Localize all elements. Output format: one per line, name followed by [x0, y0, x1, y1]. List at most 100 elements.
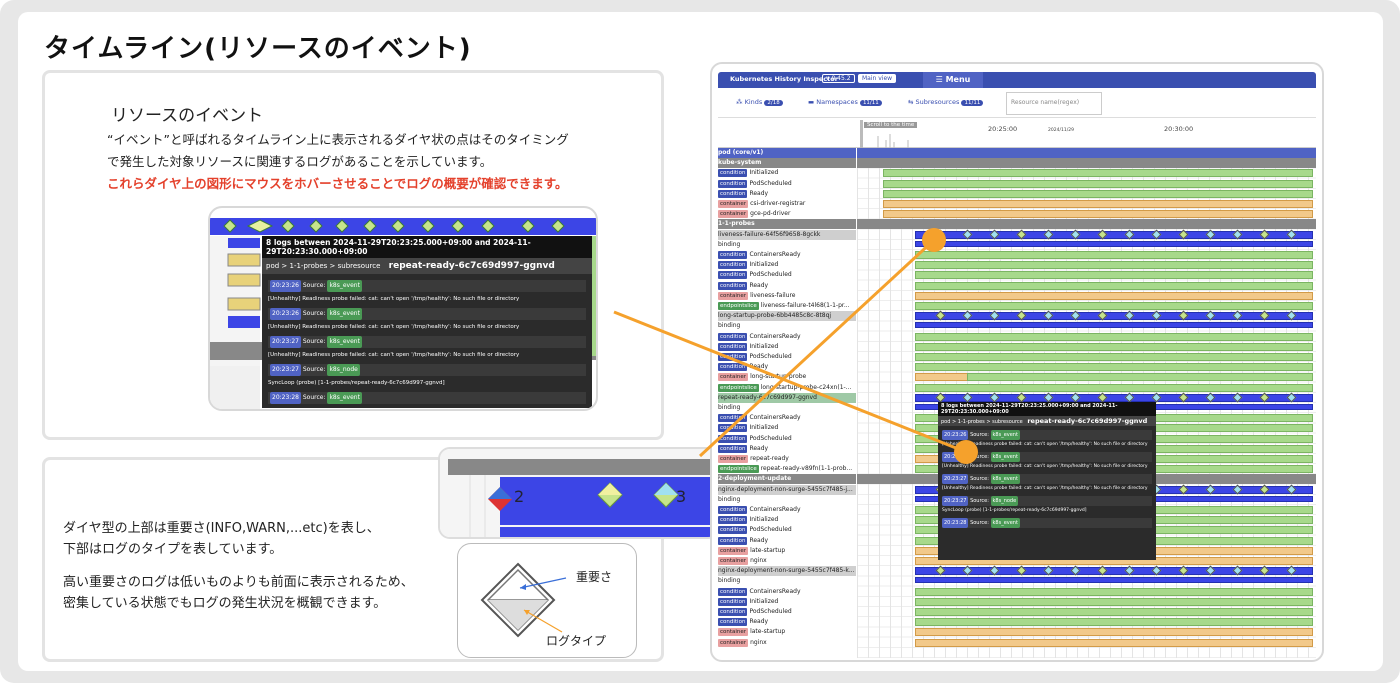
- log-time: 20:23:27: [270, 336, 301, 348]
- resource-row[interactable]: condition PodScheduled: [718, 179, 856, 189]
- resource-row[interactable]: condition PodScheduled: [718, 434, 856, 444]
- resource-row[interactable]: pod (core/v1): [718, 148, 856, 158]
- resource-row[interactable]: nginx-deployment-non-surge-5455c7f485-j.…: [718, 484, 856, 495]
- resource-row[interactable]: 2-deployment-update: [718, 474, 856, 485]
- resource-row[interactable]: condition ContainersReady: [718, 250, 856, 260]
- resource-row[interactable]: liveness-failure-64f56f9658-8gckk: [718, 229, 856, 240]
- resource-type-tag: condition: [718, 506, 748, 514]
- timeline-bar[interactable]: [915, 261, 1313, 270]
- timeline-bar[interactable]: [915, 353, 1313, 361]
- timeline-bar[interactable]: [883, 210, 1313, 219]
- resource-row[interactable]: condition PodScheduled: [718, 270, 856, 280]
- subresources-filter-button[interactable]: ⇆ Subresources 11/11: [908, 98, 984, 106]
- resource-row[interactable]: container late-startup: [718, 546, 856, 556]
- resource-row[interactable]: condition Initialized: [718, 597, 856, 607]
- resource-row[interactable]: 1-1-probes: [718, 219, 856, 230]
- resource-row[interactable]: container nginx: [718, 556, 856, 566]
- timeline-bar[interactable]: [883, 189, 1313, 198]
- resource-row[interactable]: binding: [718, 576, 856, 586]
- timeline-bar[interactable]: [915, 567, 1313, 576]
- resource-row[interactable]: condition ContainersReady: [718, 587, 856, 597]
- resource-row[interactable]: condition PodScheduled: [718, 352, 856, 362]
- timeline-bar[interactable]: [883, 169, 1313, 178]
- resource-row[interactable]: kube-system: [718, 158, 856, 169]
- timeline-bar[interactable]: [915, 577, 1313, 584]
- resource-row[interactable]: condition Initialized: [718, 423, 856, 433]
- resource-row[interactable]: condition PodScheduled: [718, 525, 856, 535]
- kinds-filter-button[interactable]: ⁂ Kinds 2/18: [736, 98, 783, 106]
- timeline-bar[interactable]: [915, 363, 1313, 372]
- timeline-bar[interactable]: [915, 618, 1313, 627]
- resource-row[interactable]: condition Ready: [718, 281, 856, 291]
- resource-row[interactable]: endpointslice repeat-ready-v89fn(1-1-prob…: [718, 464, 856, 474]
- resource-row[interactable]: container csi-driver-registrar: [718, 199, 856, 209]
- resource-name-search[interactable]: Resource name(regex): [1006, 92, 1102, 115]
- timeline-bar[interactable]: [915, 608, 1313, 616]
- timeline-bar[interactable]: [915, 240, 1313, 247]
- timeline-bar[interactable]: [915, 587, 1313, 596]
- resource-row[interactable]: condition Ready: [718, 189, 856, 199]
- resource-row-label: 2-deployment-update: [718, 475, 792, 483]
- log-message: SyncLoop (probe) [1-1-probes/repeat-read…: [268, 380, 445, 386]
- resource-row[interactable]: long-startup-probe-6bb4485c8c-8t8qj: [718, 311, 856, 322]
- resource-row[interactable]: binding: [718, 495, 856, 505]
- resource-row[interactable]: condition Ready: [718, 444, 856, 454]
- resource-row[interactable]: condition Ready: [718, 536, 856, 546]
- namespaces-filter-button[interactable]: ▬ Namespaces 11/11: [808, 98, 882, 106]
- resource-row-label: ContainersReady: [749, 587, 801, 595]
- resource-row-label: Initialized: [749, 261, 779, 269]
- resource-row-label: ContainersReady: [749, 506, 801, 513]
- resource-row[interactable]: condition ContainersReady: [718, 332, 856, 342]
- timeline-bar[interactable]: [915, 230, 1313, 239]
- resource-row[interactable]: binding: [718, 321, 856, 331]
- resource-row[interactable]: condition Ready: [718, 362, 856, 372]
- timeline-bar[interactable]: [967, 373, 1313, 382]
- resource-row[interactable]: binding: [718, 403, 856, 413]
- resource-row[interactable]: condition PodScheduled: [718, 607, 856, 617]
- resource-type-tag: condition: [718, 618, 748, 627]
- resource-row[interactable]: container gce-pd-driver: [718, 209, 856, 219]
- timeline-bar[interactable]: [915, 597, 1313, 606]
- resource-row[interactable]: container long-startup-probe: [718, 372, 856, 382]
- timeline-bar[interactable]: [915, 322, 1313, 329]
- timeline-bar[interactable]: [915, 638, 1313, 647]
- timeline-bar[interactable]: [915, 628, 1313, 637]
- timeline-bar[interactable]: [915, 291, 1313, 300]
- timeline-bar[interactable]: [915, 271, 1313, 280]
- timeline-bar[interactable]: [915, 342, 1313, 351]
- timeline-bar[interactable]: [883, 200, 1313, 208]
- main-view-button[interactable]: Main view: [858, 74, 897, 83]
- filter-bar: ⁂ Kinds 2/18 ▬ Namespaces 11/11 ⇆ Subres…: [718, 90, 1316, 118]
- resource-row[interactable]: condition Initialized: [718, 168, 856, 178]
- timeline-bar[interactable]: [915, 302, 1313, 310]
- resource-row[interactable]: container repeat-ready: [718, 454, 856, 464]
- timeline-bar[interactable]: [915, 312, 1313, 321]
- timeline-bar[interactable]: [915, 383, 1313, 392]
- diamond-legend: 重要さ ログタイプ: [457, 543, 637, 658]
- resource-row[interactable]: condition Initialized: [718, 342, 856, 352]
- resource-row[interactable]: condition Initialized: [718, 515, 856, 525]
- resource-row[interactable]: condition Ready: [718, 617, 856, 627]
- resource-row[interactable]: repeat-ready-6c7c69d997-ggnvd: [718, 392, 856, 403]
- timeline-bar[interactable]: [915, 281, 1313, 290]
- resource-row[interactable]: container late-startup: [718, 627, 856, 637]
- resource-row[interactable]: condition Initialized: [718, 260, 856, 270]
- resource-row[interactable]: container liveness-failure: [718, 291, 856, 301]
- resource-type-tag: condition: [718, 363, 748, 372]
- kinds-icon: ⁂: [736, 98, 745, 106]
- timeline-bar[interactable]: [915, 393, 1313, 402]
- resource-row[interactable]: condition ContainersReady: [718, 505, 856, 515]
- resource-row[interactable]: nginx-deployment-non-surge-5455c7f485-k.…: [718, 566, 856, 577]
- menu-button[interactable]: ☰ Menu: [923, 72, 983, 88]
- resource-row[interactable]: endpointslice long-startup-probe-c24xn(1-…: [718, 383, 856, 393]
- version-badge: v 0.45.2: [822, 74, 855, 83]
- resource-row[interactable]: endpointslice liveness-failure-t4l68(1-1-…: [718, 301, 856, 311]
- resource-type-tag: condition: [718, 251, 748, 259]
- timeline-bar[interactable]: [915, 251, 1313, 259]
- timeline-bar[interactable]: [915, 332, 1313, 341]
- resource-row[interactable]: container nginx: [718, 638, 856, 648]
- timeline-bar[interactable]: [883, 179, 1313, 188]
- resource-row[interactable]: condition ContainersReady: [718, 413, 856, 423]
- resource-row[interactable]: binding: [718, 240, 856, 250]
- resource-type-tag: condition: [718, 536, 748, 545]
